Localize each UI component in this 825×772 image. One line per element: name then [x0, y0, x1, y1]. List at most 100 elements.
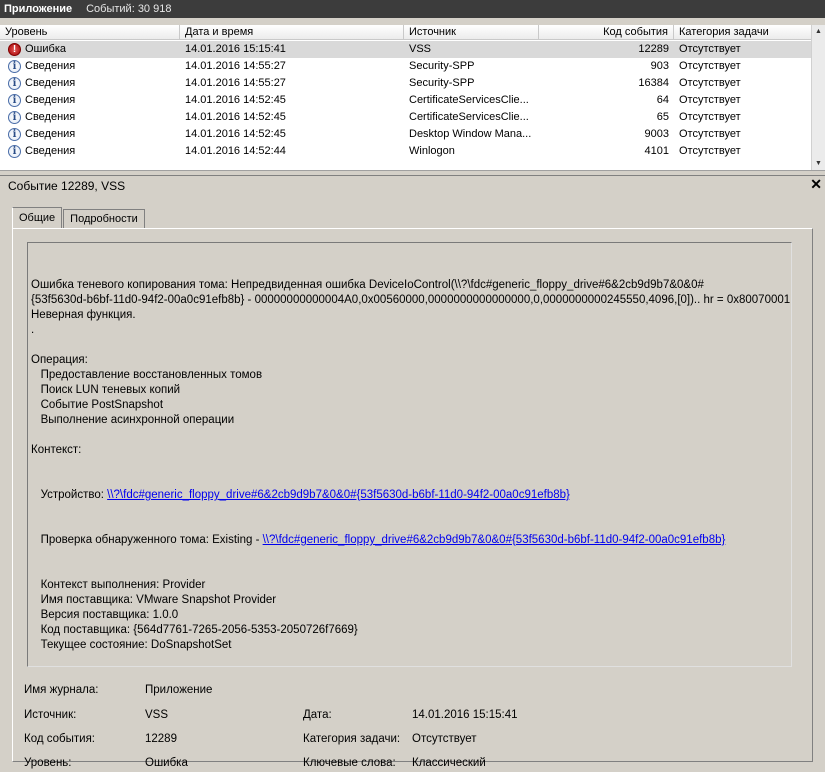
table-row[interactable]: i Сведения 14.01.2016 14:52:45 Desktop Wind… [0, 126, 812, 143]
description-line: Текущее состояние: DoSnapshotSet [31, 639, 232, 651]
date-cell: 14.01.2016 14:55:27 [185, 60, 286, 72]
error-icon: ! [8, 43, 21, 56]
description-line [31, 428, 788, 443]
scroll-up-icon[interactable]: ▲ [812, 25, 825, 38]
check-link[interactable]: \\?\fdc#generic_floppy_drive#6&2cb9d9b7&… [263, 534, 726, 546]
level-text: Сведения [25, 111, 76, 123]
detail-tabs: Общие Подробности [12, 206, 146, 229]
category-label: Категория задачи: [303, 733, 401, 745]
info-icon: i [8, 94, 21, 107]
source-cell: CertificateServicesClie... [409, 111, 529, 123]
log-name-label: Имя журнала: [24, 684, 99, 696]
scroll-down-icon[interactable]: ▼ [812, 157, 825, 170]
category-cell: Отсутствует [679, 94, 741, 106]
source-value: VSS [145, 709, 169, 721]
date-cell: 14.01.2016 14:52:45 [185, 111, 286, 123]
level-cell: i Сведения [0, 92, 180, 109]
date-cell: 14.01.2016 14:52:45 [185, 94, 286, 106]
code-cell: 65 [656, 111, 669, 123]
level-text: Сведения [25, 77, 76, 89]
level-cell: ! Ошибка [0, 41, 180, 58]
code-cell: 12289 [638, 43, 669, 55]
source-cell: Security-SPP [409, 60, 475, 72]
device-link[interactable]: \\?\fdc#generic_floppy_drive#6&2cb9d9b7&… [107, 489, 570, 501]
event-description[interactable]: Ошибка теневого копирования тома: Непред… [27, 242, 792, 667]
tab-general[interactable]: Общие [12, 207, 63, 229]
log-title: Приложение [4, 3, 73, 15]
source-cell: CertificateServicesClie... [409, 94, 529, 106]
description-line [31, 338, 788, 353]
date-cell: 14.01.2016 14:55:27 [185, 77, 286, 89]
level-text: Ошибка [25, 43, 66, 55]
column-header-category[interactable]: Категория задачи [674, 25, 812, 40]
source-cell: Security-SPP [409, 77, 475, 89]
list-header: Уровень Дата и время Источник Код событи… [0, 25, 812, 41]
level-cell: i Сведения [0, 143, 180, 160]
date-label: Дата: [303, 709, 332, 721]
detail-title: Событие 12289, VSS [8, 179, 126, 193]
description-line: Предоставление восстановленных томов [31, 369, 263, 381]
level-cell: i Сведения [0, 75, 180, 92]
tab-details[interactable]: Подробности [63, 209, 145, 228]
keywords-label: Ключевые слова: [303, 757, 396, 769]
description-line: Выполнение асинхронной операции [31, 414, 235, 426]
description-line: Событие PostSnapshot [31, 399, 164, 411]
code-cell: 16384 [638, 77, 669, 89]
source-cell: Winlogon [409, 145, 455, 157]
code-cell: 9003 [644, 128, 669, 140]
source-label: Источник: [24, 709, 77, 721]
level-text: Сведения [25, 94, 76, 106]
info-icon: i [8, 145, 21, 158]
date-value: 14.01.2016 15:15:41 [412, 709, 518, 721]
category-cell: Отсутствует [679, 145, 741, 157]
detail-header: Событие 12289, VSS ✕ [0, 175, 825, 196]
description-line: Поиск LUN теневых копий [31, 384, 181, 396]
level-cell: i Сведения [0, 126, 180, 143]
close-icon[interactable]: ✕ [810, 176, 822, 193]
description-line: . [31, 324, 35, 336]
code-cell: 903 [650, 60, 669, 72]
description-line: Код поставщика: {564d7761-7265-2056-5353… [31, 624, 358, 636]
code-cell: 4101 [644, 145, 669, 157]
date-cell: 14.01.2016 14:52:44 [185, 145, 286, 157]
category-cell: Отсутствует [679, 111, 741, 123]
code-cell: 64 [656, 94, 669, 106]
title-bar: Приложение Событий: 30 918 [0, 0, 825, 18]
date-cell: 14.01.2016 14:52:45 [185, 128, 286, 140]
table-row[interactable]: i Сведения 14.01.2016 14:52:45 CertificateS… [0, 92, 812, 109]
level-text: Сведения [25, 145, 76, 157]
table-row[interactable]: i Сведения 14.01.2016 14:52:45 CertificateS… [0, 109, 812, 126]
column-header-source[interactable]: Источник [404, 25, 539, 40]
category-cell: Отсутствует [679, 43, 741, 55]
description-line: Ошибка теневого копирования тома: Непред… [31, 279, 704, 291]
info-icon: i [8, 77, 21, 90]
level-text: Сведения [25, 60, 76, 72]
column-header-code[interactable]: Код события [539, 25, 674, 40]
info-icon: i [8, 60, 21, 73]
vertical-scrollbar[interactable]: ▲ ▼ [811, 25, 825, 170]
description-line: Неверная функция. [31, 309, 136, 321]
category-cell: Отсутствует [679, 77, 741, 89]
check-line: Проверка обнаруженного тома: Existing - … [31, 534, 726, 546]
description-line: Версия поставщика: 1.0.0 [31, 609, 179, 621]
level-label: Уровень: [24, 757, 72, 769]
info-icon: i [8, 111, 21, 124]
event-rows: ! Ошибка 14.01.2016 15:15:41 VSS 12289 Отсутс… [0, 41, 812, 160]
level-value: Ошибка [145, 757, 188, 769]
table-row[interactable]: i Сведения 14.01.2016 14:55:27 Security-SPP… [0, 75, 812, 92]
description-line: Операция: [31, 354, 88, 366]
category-value: Отсутствует [412, 733, 477, 745]
table-row[interactable]: ! Ошибка 14.01.2016 15:15:41 VSS 12289 Отсутс… [0, 41, 812, 58]
column-header-level[interactable]: Уровень [0, 25, 180, 40]
source-cell: Desktop Window Mana... [409, 128, 532, 140]
description-line: Контекст выполнения: Provider [31, 579, 206, 591]
code-value: 12289 [145, 733, 177, 745]
level-text: Сведения [25, 128, 76, 140]
event-list[interactable]: Уровень Дата и время Источник Код событи… [0, 25, 825, 171]
date-cell: 14.01.2016 15:15:41 [185, 43, 286, 55]
code-label: Код события: [24, 733, 95, 745]
table-row[interactable]: i Сведения 14.01.2016 14:52:44 Winlogon 4101… [0, 143, 812, 160]
level-cell: i Сведения [0, 109, 180, 126]
column-header-date[interactable]: Дата и время [180, 25, 404, 40]
table-row[interactable]: i Сведения 14.01.2016 14:55:27 Security-SPP… [0, 58, 812, 75]
